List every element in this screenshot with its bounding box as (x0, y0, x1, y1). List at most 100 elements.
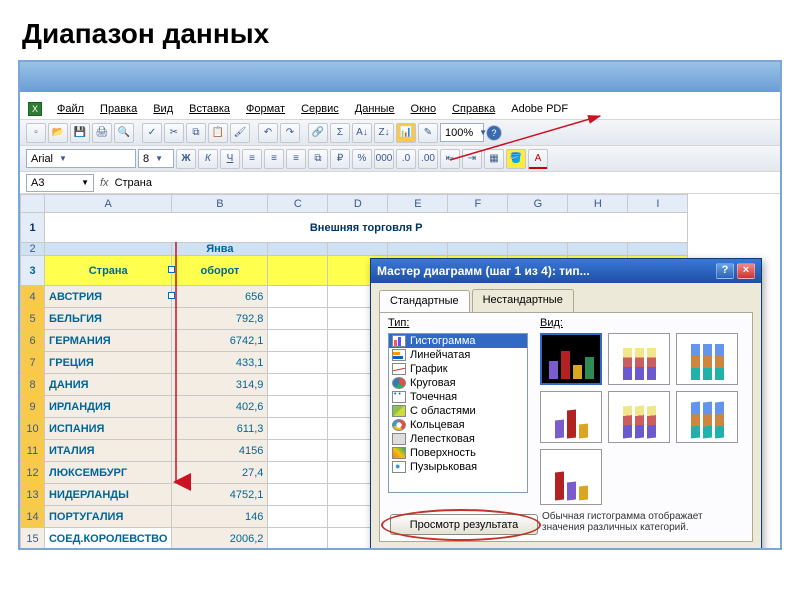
sort-asc-icon[interactable]: A↓ (352, 123, 372, 143)
bold-icon[interactable]: Ж (176, 149, 196, 169)
cell-country[interactable]: БЕЛЬГИЯ (45, 308, 172, 330)
redo-icon[interactable]: ↷ (280, 123, 300, 143)
comma-icon[interactable]: 000 (374, 149, 394, 169)
fontsize-combo[interactable]: 8▼ (138, 149, 174, 168)
cell-country[interactable]: ДАНИЯ (45, 374, 172, 396)
menu-insert[interactable]: Вставка (182, 100, 237, 118)
type-surface[interactable]: Поверхность (389, 446, 527, 460)
cell-value[interactable]: 2006,2 (172, 528, 268, 550)
subtype-3d-stacked[interactable] (608, 391, 670, 443)
cut-icon[interactable]: ✂ (164, 123, 184, 143)
undo-icon[interactable]: ↶ (258, 123, 278, 143)
type-bar[interactable]: Линейчатая (389, 348, 527, 362)
cell-value[interactable]: 611,3 (172, 418, 268, 440)
col-header-g[interactable]: G (508, 195, 568, 213)
col-header-b[interactable]: B (172, 195, 268, 213)
align-center-icon[interactable]: ≡ (264, 149, 284, 169)
autosum-icon[interactable]: Σ (330, 123, 350, 143)
decrease-indent-icon[interactable]: ⇤ (440, 149, 460, 169)
font-combo[interactable]: Arial▼ (26, 149, 136, 168)
spell-icon[interactable]: ✓ (142, 123, 162, 143)
tab-custom[interactable]: Нестандартные (472, 289, 574, 312)
cell-value[interactable]: 433,1 (172, 352, 268, 374)
open-icon[interactable]: 📂 (48, 123, 68, 143)
col-header-a[interactable]: A (45, 195, 172, 213)
name-box[interactable]: A3▼ (26, 174, 94, 192)
menu-file[interactable]: Файл (50, 100, 91, 118)
type-pie[interactable]: Круговая (389, 376, 527, 390)
cell-value[interactable]: 656 (172, 286, 268, 308)
merge-icon[interactable]: ⧉ (308, 149, 328, 169)
cell-country[interactable]: ИТАЛИЯ (45, 440, 172, 462)
tab-standard[interactable]: Стандартные (379, 290, 470, 313)
cell-country[interactable]: ИСПАНИЯ (45, 418, 172, 440)
subtype-stacked-column[interactable] (608, 333, 670, 385)
sheet-title-cell[interactable]: Внешняя торговля Р (45, 213, 688, 243)
subtype-3d-clustered[interactable] (540, 391, 602, 443)
fx-icon[interactable]: fx (100, 177, 109, 189)
cell-country[interactable]: ЛЮКСЕМБУРГ (45, 462, 172, 484)
type-doughnut[interactable]: Кольцевая (389, 418, 527, 432)
type-area[interactable]: С областями (389, 404, 527, 418)
header-oborot[interactable]: оборот (172, 256, 268, 286)
help-button-icon[interactable]: ? (716, 263, 734, 279)
percent-icon[interactable]: % (352, 149, 372, 169)
cell-country[interactable]: СОЕД.КОРОЛЕВСТВО (45, 528, 172, 550)
paste-icon[interactable]: 📋 (208, 123, 228, 143)
type-radar[interactable]: Лепестковая (389, 432, 527, 446)
menu-adobe-pdf[interactable]: Adobe PDF (504, 100, 575, 118)
fill-color-icon[interactable]: 🪣 (506, 149, 526, 169)
preview-icon[interactable]: 🔍 (114, 123, 134, 143)
type-scatter[interactable]: Точечная (389, 390, 527, 404)
cell-value[interactable]: 146 (172, 506, 268, 528)
chart-type-listbox[interactable]: Гистограмма Линейчатая График Круговая Т… (388, 333, 528, 493)
subtype-3d-100pct[interactable] (676, 391, 738, 443)
decrease-decimal-icon[interactable]: .00 (418, 149, 438, 169)
help-icon[interactable]: ? (486, 125, 502, 141)
subtype-3d-column[interactable] (540, 449, 602, 505)
cell-value[interactable]: 4752,1 (172, 484, 268, 506)
cell-country[interactable]: ГРЕЦИЯ (45, 352, 172, 374)
save-icon[interactable]: 💾 (70, 123, 90, 143)
copy-icon[interactable]: ⧉ (186, 123, 206, 143)
header-country[interactable]: Страна (45, 256, 172, 286)
increase-indent-icon[interactable]: ⇥ (462, 149, 482, 169)
subtype-clustered-column[interactable] (540, 333, 602, 385)
borders-icon[interactable]: ▦ (484, 149, 504, 169)
cell-value[interactable]: 314,9 (172, 374, 268, 396)
increase-decimal-icon[interactable]: .0 (396, 149, 416, 169)
menu-window[interactable]: Окно (404, 100, 444, 118)
col-header-f[interactable]: F (448, 195, 508, 213)
formula-value[interactable]: Страна (115, 177, 152, 189)
menu-format[interactable]: Формат (239, 100, 292, 118)
cell-country[interactable]: АВСТРИЯ (45, 286, 172, 308)
cell-country[interactable]: ГЕРМАНИЯ (45, 330, 172, 352)
print-icon[interactable]: 🖨 (92, 123, 112, 143)
cell-value[interactable]: 402,6 (172, 396, 268, 418)
type-bubble[interactable]: Пузырьковая (389, 460, 527, 474)
menu-tools[interactable]: Сервис (294, 100, 346, 118)
preview-result-button[interactable]: Просмотр результата (390, 514, 538, 535)
close-button-icon[interactable]: × (737, 263, 755, 279)
italic-icon[interactable]: К (198, 149, 218, 169)
type-line[interactable]: График (389, 362, 527, 376)
chart-wizard-icon[interactable]: 📊 (396, 123, 416, 143)
currency-icon[interactable]: ₽ (330, 149, 350, 169)
format-painter-icon[interactable]: 🖌 (230, 123, 250, 143)
align-right-icon[interactable]: ≡ (286, 149, 306, 169)
menu-edit[interactable]: Правка (93, 100, 144, 118)
col-header-c[interactable]: C (268, 195, 328, 213)
col-header-h[interactable]: H (568, 195, 628, 213)
zoom-combo[interactable]: 100%▼ (440, 123, 484, 142)
cell-value[interactable]: 27,4 (172, 462, 268, 484)
cell-value[interactable]: 4156 (172, 440, 268, 462)
sort-desc-icon[interactable]: Z↓ (374, 123, 394, 143)
month-cell[interactable]: Янва (172, 243, 268, 256)
col-header-d[interactable]: D (328, 195, 388, 213)
menu-view[interactable]: Вид (146, 100, 180, 118)
link-icon[interactable]: 🔗 (308, 123, 328, 143)
drawing-icon[interactable]: ✎ (418, 123, 438, 143)
cell-country[interactable]: ПОРТУГАЛИЯ (45, 506, 172, 528)
selection-handle-icon[interactable] (168, 292, 175, 299)
subtype-100pct-column[interactable] (676, 333, 738, 385)
